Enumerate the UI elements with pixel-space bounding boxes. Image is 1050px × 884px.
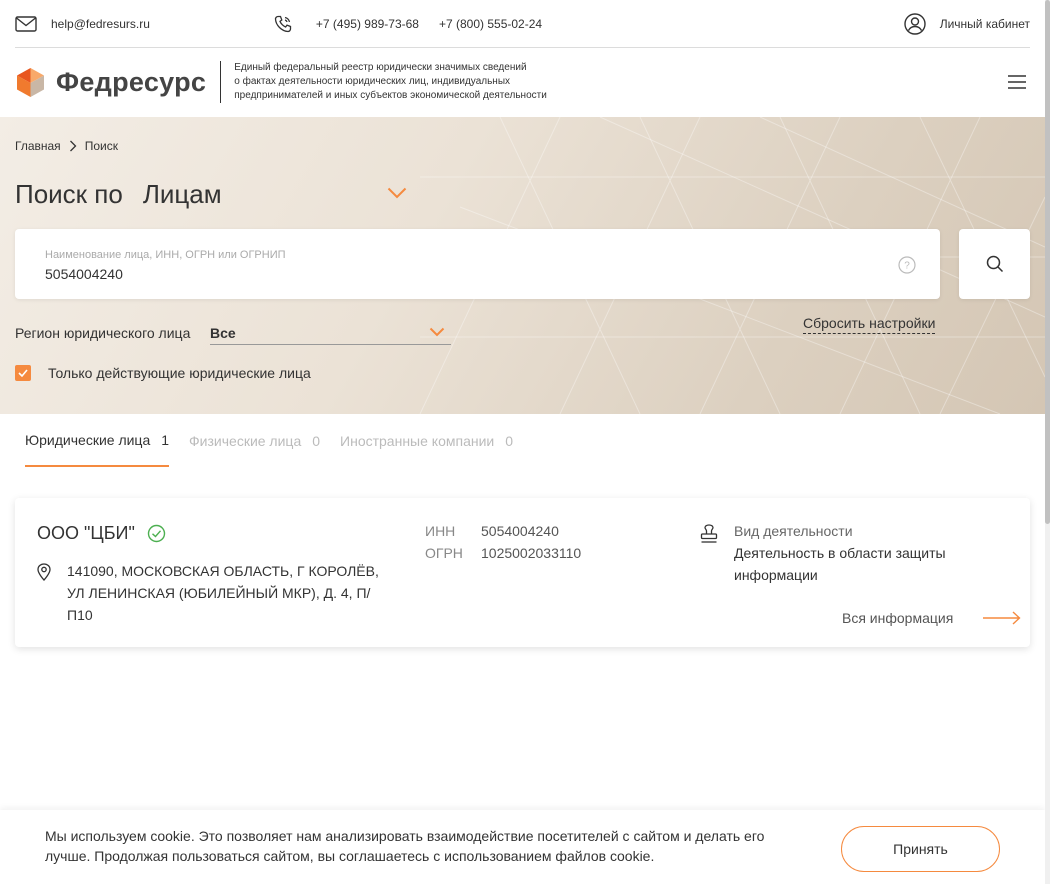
active-only-label: Только действующие юридические лица bbox=[48, 365, 311, 381]
tagline-line: предпринимателей и иных субъектов эконом… bbox=[234, 90, 547, 101]
result-card: ООО "ЦБИ" 141090, МОСКОВСКАЯ ОБЛАСТЬ, Г … bbox=[15, 498, 1030, 647]
result-tabs: Юридические лица 1 Физические лица 0 Ино… bbox=[25, 414, 533, 467]
tab-individuals[interactable]: Физические лица 0 bbox=[189, 414, 320, 467]
search-input[interactable] bbox=[45, 266, 845, 282]
company-name[interactable]: ООО "ЦБИ" bbox=[37, 523, 166, 544]
arrow-right-icon bbox=[983, 611, 1021, 625]
search-button[interactable] bbox=[959, 229, 1030, 299]
cabinet-label: Личный кабинет bbox=[939, 16, 1030, 31]
scrollbar[interactable] bbox=[1045, 0, 1050, 884]
scrollbar-thumb[interactable] bbox=[1045, 0, 1050, 524]
tab-label: Иностранные компании bbox=[340, 432, 495, 449]
chevron-down-icon[interactable] bbox=[387, 187, 407, 199]
phone-moscow-link[interactable]: +7 (495) 989-73-68 bbox=[316, 17, 419, 31]
search-panel: Главная Поиск Поиск по Лицам Наименовани… bbox=[0, 117, 1045, 414]
header-divider bbox=[220, 61, 222, 103]
cookie-banner: Мы используем cookie. Это позволяет нам … bbox=[0, 810, 1045, 884]
tab-legal-entities[interactable]: Юридические лица 1 bbox=[25, 414, 170, 467]
svg-text:?: ? bbox=[904, 261, 910, 272]
company-activity: Вид деятельности Деятельность в области … bbox=[700, 520, 974, 586]
company-ids: ИНН 5054004240 ОГРН 1025002033110 bbox=[425, 520, 581, 564]
stamp-icon bbox=[700, 524, 718, 543]
breadcrumb-home-link[interactable]: Главная bbox=[15, 139, 61, 153]
chevron-right-icon bbox=[69, 140, 77, 152]
top-bar: help@fedresurs.ru +7 (495) 989-73-68 +7 … bbox=[15, 0, 1030, 48]
mail-icon bbox=[15, 15, 37, 32]
all-info-label: Вся информация bbox=[842, 610, 954, 626]
inn-label: ИНН bbox=[425, 523, 456, 539]
ogrn-label: ОГРН bbox=[425, 545, 463, 561]
user-icon bbox=[904, 12, 926, 35]
tab-label: Юридические лица bbox=[25, 431, 151, 448]
company-name-text: ООО "ЦБИ" bbox=[37, 523, 135, 543]
tab-count: 0 bbox=[312, 432, 321, 449]
menu-icon[interactable] bbox=[1007, 74, 1027, 90]
company-address: 141090, МОСКОВСКАЯ ОБЛАСТЬ, Г КОРОЛЁВ, У… bbox=[37, 560, 392, 626]
search-field: Наименование лица, ИНН, ОГРН или ОГРНИП … bbox=[15, 229, 940, 299]
reset-settings-link[interactable]: Сбросить настройки bbox=[803, 315, 936, 334]
search-title-prefix: Поиск по bbox=[15, 179, 123, 209]
company-address-text: 141090, МОСКОВСКАЯ ОБЛАСТЬ, Г КОРОЛЁВ, У… bbox=[67, 563, 379, 623]
all-info-link[interactable]: Вся информация bbox=[842, 610, 1021, 626]
search-title: Поиск по Лицам bbox=[15, 179, 407, 210]
email-link[interactable]: help@fedresurs.ru bbox=[15, 15, 150, 32]
accept-cookies-button[interactable]: Принять bbox=[841, 826, 1000, 872]
active-status-icon bbox=[147, 524, 166, 543]
personal-cabinet-link[interactable]: Личный кабинет bbox=[904, 12, 1030, 35]
tab-count: 0 bbox=[505, 432, 514, 449]
tab-count: 1 bbox=[161, 431, 170, 448]
search-field-label: Наименование лица, ИНН, ОГРН или ОГРНИП bbox=[45, 249, 286, 261]
breadcrumb-current: Поиск bbox=[84, 139, 118, 153]
active-only-checkbox[interactable] bbox=[15, 365, 31, 381]
site-tagline: Единый федеральный реестр юридически зна… bbox=[234, 61, 564, 103]
region-select[interactable]: Все bbox=[210, 322, 451, 345]
activity-value: Деятельность в области защиты информации bbox=[734, 545, 946, 583]
inn-value: 5054004240 bbox=[481, 523, 559, 539]
chevron-down-icon bbox=[429, 327, 445, 337]
logo-cube-icon bbox=[17, 67, 44, 97]
phone-hotline-link[interactable]: +7 (800) 555-02-24 bbox=[439, 17, 542, 31]
search-mode-select[interactable]: Лицам bbox=[143, 179, 222, 210]
logo-text: Федресурс bbox=[56, 66, 207, 97]
location-pin-icon bbox=[37, 563, 51, 581]
help-icon[interactable]: ? bbox=[898, 256, 916, 274]
checkmark-icon bbox=[18, 369, 28, 377]
phone-icon bbox=[274, 15, 292, 32]
search-icon bbox=[986, 255, 1003, 273]
tab-foreign-companies[interactable]: Иностранные компании 0 bbox=[340, 414, 513, 467]
tab-label: Физические лица bbox=[189, 432, 302, 449]
region-label: Регион юридического лица bbox=[15, 325, 191, 341]
region-select-value: Все bbox=[210, 325, 236, 341]
email-text: help@fedresurs.ru bbox=[51, 16, 150, 31]
site-header: Федресурс Единый федеральный реестр юрид… bbox=[15, 48, 1030, 116]
active-only-filter[interactable]: Только действующие юридические лица bbox=[15, 365, 311, 381]
logo[interactable]: Федресурс bbox=[15, 67, 206, 98]
tagline-line: о фактах деятельности юридических лиц, и… bbox=[234, 76, 511, 87]
activity-label: Вид деятельности bbox=[734, 523, 853, 539]
ogrn-value: 1025002033110 bbox=[481, 545, 582, 561]
breadcrumb: Главная Поиск bbox=[15, 139, 118, 153]
cookie-text: Мы используем cookie. Это позволяет нам … bbox=[45, 828, 765, 864]
tagline-line: Единый федеральный реестр юридически зна… bbox=[234, 62, 527, 73]
